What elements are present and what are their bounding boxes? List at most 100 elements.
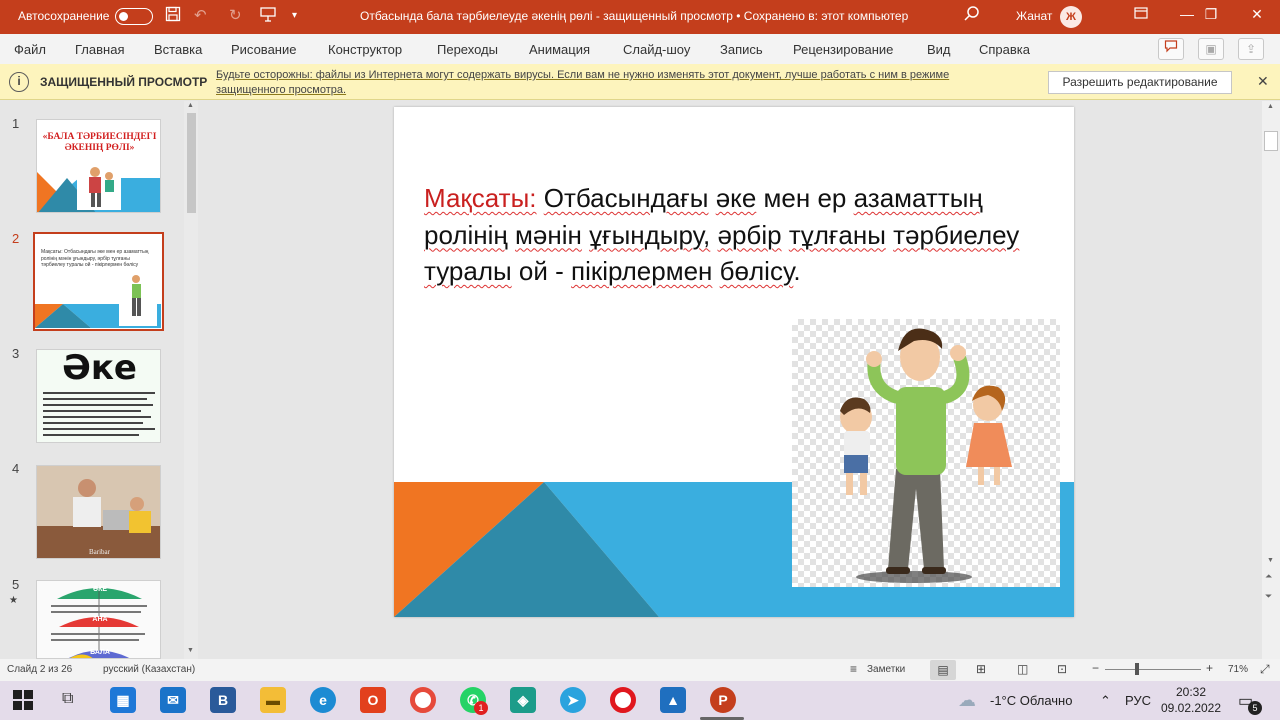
tab-animations[interactable]: Анимация — [529, 42, 590, 57]
slide-thumbnail-3[interactable]: Әке — [36, 349, 161, 443]
comments-icon[interactable] — [1158, 38, 1184, 60]
powerpoint-icon[interactable]: P — [710, 687, 736, 713]
thumb-number-2: 2 — [12, 231, 20, 246]
tab-home[interactable]: Главная — [75, 42, 124, 57]
office-icon[interactable]: O — [360, 687, 386, 713]
thumbnails-scrollbar[interactable]: ▲ ▼ — [184, 101, 198, 659]
present-icon[interactable]: ▣ — [1198, 38, 1224, 60]
avatar[interactable]: Ж — [1060, 6, 1082, 28]
undo-icon[interactable]: ↶ — [194, 6, 207, 26]
tab-record[interactable]: Запись — [720, 42, 763, 57]
task-view-icon[interactable]: ⧉ — [62, 690, 73, 708]
weather-text[interactable]: -1°C Облачно — [990, 693, 1072, 708]
user-name[interactable]: Жанат — [1016, 9, 1052, 23]
scroll-up-icon[interactable]: ▲ — [1267, 103, 1274, 110]
title-bar: Автосохранение ↶ ↻ ▾ Отбасында бала тәрб… — [0, 0, 1280, 34]
zoom-level[interactable]: 71% — [1228, 664, 1248, 675]
notes-icon[interactable]: ≡ — [850, 662, 857, 676]
tab-review[interactable]: Рецензирование — [793, 42, 893, 57]
save-icon[interactable] — [165, 6, 181, 28]
cloud-weather-icon[interactable]: ☁ — [958, 690, 976, 711]
slide-scrollbar[interactable]: ▲ ▼ ⏶ ⏷ — [1262, 101, 1280, 659]
text-word: мәнін — [515, 219, 582, 250]
text-word: . — [793, 256, 801, 286]
microsoft-store-icon[interactable]: ▦ — [110, 687, 136, 713]
fit-slide-icon[interactable]: ⤢ — [1260, 662, 1270, 677]
close-icon[interactable]: ✕ — [1234, 6, 1280, 23]
zoom-out-icon[interactable]: − — [1092, 661, 1099, 675]
reading-view-icon[interactable]: ◫ — [1017, 662, 1028, 676]
clock-date: 09.02.2022 — [1160, 701, 1222, 715]
mail-icon[interactable]: ✉ — [160, 687, 186, 713]
redo-icon[interactable]: ↻ — [229, 6, 242, 26]
slideshow-view-icon[interactable]: ⊡ — [1057, 662, 1067, 676]
text-word: пікірлермен — [571, 256, 713, 286]
windows-start-icon[interactable] — [13, 690, 33, 715]
text-word: бөлісу — [719, 256, 794, 286]
restore-icon[interactable]: ❐ — [1188, 6, 1234, 23]
previous-slide-icon[interactable]: ⏶ — [1265, 571, 1272, 582]
zoom-slider-thumb[interactable] — [1135, 663, 1139, 675]
current-slide[interactable]: Мақсаты: Отбасындағы әке мен ер азаматты… — [394, 107, 1074, 617]
info-shield-icon: i — [9, 72, 29, 92]
tab-design[interactable]: Конструктор — [328, 42, 402, 57]
slide-thumbnail-2[interactable]: Мақсаты: Отбасындағы әке мен ер азаматты… — [33, 232, 164, 331]
telegram-icon[interactable]: ➤ — [560, 687, 586, 713]
opera-icon[interactable] — [610, 687, 636, 713]
customize-qat-icon[interactable]: ▾ — [292, 6, 297, 26]
tab-file[interactable]: Файл — [14, 42, 46, 57]
word-app-icon[interactable]: B — [210, 687, 236, 713]
tab-draw[interactable]: Рисование — [231, 42, 296, 57]
animation-star-icon: ★ — [9, 595, 18, 606]
tab-slideshow[interactable]: Слайд-шоу — [623, 42, 690, 57]
slide-thumbnail-4[interactable]: Baribar — [36, 465, 161, 559]
thumb-number-3: 3 — [12, 346, 20, 361]
language-status[interactable]: русский (Казахстан) — [103, 664, 195, 675]
tab-help[interactable]: Справка — [979, 42, 1030, 57]
photos-icon[interactable]: ▲ — [660, 687, 686, 713]
scrollbar-thumb[interactable] — [187, 113, 196, 213]
next-slide-icon[interactable]: ⏷ — [1265, 591, 1272, 602]
zoom-slider[interactable] — [1105, 669, 1201, 670]
input-language[interactable]: РУС — [1125, 693, 1151, 708]
edge-browser-icon[interactable]: e — [310, 687, 336, 713]
scroll-up-icon[interactable]: ▲ — [187, 102, 194, 109]
text-word: ой - — [518, 256, 564, 286]
whatsapp-badge: 1 — [474, 701, 488, 715]
tab-view[interactable]: Вид — [927, 42, 951, 57]
slide-counter: Слайд 2 из 26 — [7, 664, 73, 675]
slide-thumbnails-pane: 1 «БАЛА ТӘРБИЕСІНДЕГІ ӘКЕНІҢ РӨЛІ» 2 Мақ… — [0, 101, 200, 659]
search-icon[interactable] — [963, 5, 981, 28]
windows-taskbar: ⧉ ▦ ✉ B ▬ e O ✆ 1 ◈ ➤ ▲ P ☁ -1°C Облачно… — [0, 681, 1280, 720]
enable-editing-button[interactable]: Разрешить редактирование — [1048, 71, 1232, 94]
slide-body-text[interactable]: Мақсаты: Отбасындағы әке мен ер азаматты… — [424, 180, 1024, 290]
share-icon[interactable]: ⇪ — [1238, 38, 1264, 60]
clock-time: 20:32 — [1175, 685, 1207, 699]
notes-button[interactable]: Заметки — [867, 664, 905, 675]
start-slideshow-icon[interactable] — [260, 6, 276, 28]
system-clock[interactable]: 20:32 09.02.2022 — [1160, 684, 1222, 716]
scrollbar-thumb[interactable] — [1264, 131, 1278, 151]
slide-thumbnail-1[interactable]: «БАЛА ТӘРБИЕСІНДЕГІ ӘКЕНІҢ РӨЛІ» — [36, 119, 161, 213]
file-explorer-icon[interactable]: ▬ — [260, 687, 286, 713]
text-word: әке — [715, 183, 757, 213]
ribbon-display-icon[interactable] — [1118, 6, 1164, 23]
protected-view-bar: i ЗАЩИЩЕННЫЙ ПРОСМОТР Будьте осторожны: … — [0, 64, 1280, 100]
text-word: ұғындыру, — [589, 219, 711, 250]
messenger-app-icon[interactable]: ◈ — [510, 687, 536, 713]
slide-thumbnail-5[interactable]: ӘКЕ АНА БАЛА — [36, 580, 161, 659]
slide-sorter-icon[interactable]: ⊞ — [976, 662, 986, 676]
zoom-in-icon[interactable]: + — [1206, 661, 1213, 675]
tab-insert[interactable]: Вставка — [154, 42, 202, 57]
tray-chevron-icon[interactable]: ⌃ — [1100, 693, 1111, 709]
scroll-down-icon[interactable]: ▼ — [187, 647, 194, 654]
thumb-number-1: 1 — [12, 116, 20, 131]
father-children-picture[interactable] — [792, 319, 1060, 587]
tab-transitions[interactable]: Переходы — [437, 42, 498, 57]
normal-view-icon[interactable]: ▤ — [930, 660, 956, 680]
scroll-down-icon[interactable]: ▼ — [1267, 557, 1274, 564]
protected-view-message[interactable]: Будьте осторожны: файлы из Интернета мог… — [216, 68, 1016, 98]
close-icon[interactable]: ✕ — [1257, 73, 1269, 90]
autosave-toggle[interactable] — [115, 8, 153, 25]
chrome-icon[interactable] — [410, 687, 436, 713]
